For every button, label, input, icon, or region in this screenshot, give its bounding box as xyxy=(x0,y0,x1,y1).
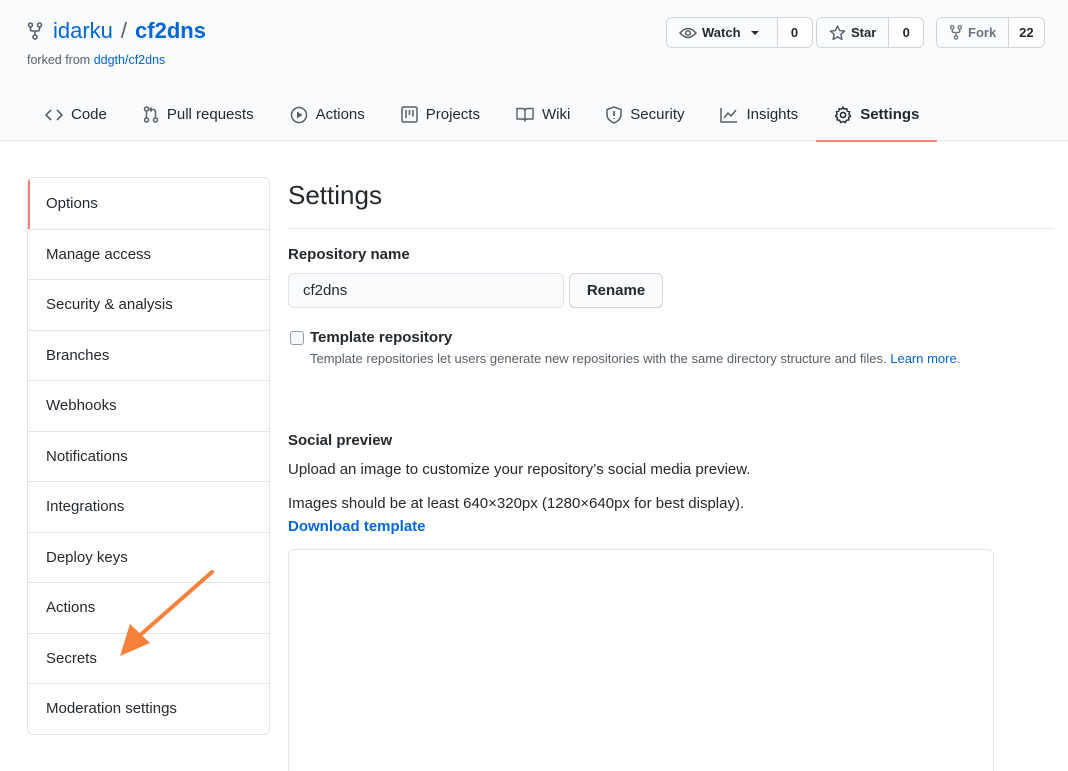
forked-source-link[interactable]: ddgth/cf2dns xyxy=(94,53,166,67)
tab-actions[interactable]: Actions xyxy=(272,88,383,141)
star-group: Star 0 xyxy=(816,17,925,48)
watch-button[interactable]: Watch xyxy=(667,18,778,47)
tab-insights[interactable]: Insights xyxy=(702,88,816,141)
watch-label: Watch xyxy=(702,25,741,40)
template-repository-checkbox[interactable] xyxy=(290,331,304,345)
annotation-arrow-icon xyxy=(120,570,214,656)
settings-main: Settings Repository name Rename Template… xyxy=(288,177,1054,771)
tab-security[interactable]: Security xyxy=(588,88,702,141)
rename-button[interactable]: Rename xyxy=(569,273,663,308)
template-note-text: Template repositories let users generate… xyxy=(310,351,887,366)
shield-icon xyxy=(606,105,623,124)
sidebar-item-webhooks[interactable]: Webhooks xyxy=(28,380,269,431)
tab-projects-label: Projects xyxy=(425,106,480,123)
sidebar-item-notifications[interactable]: Notifications xyxy=(28,430,269,482)
tab-code[interactable]: Code xyxy=(27,88,125,141)
eye-icon xyxy=(679,27,697,38)
repository-name-label: Repository name xyxy=(288,246,410,263)
sidebar-item-manage-access[interactable]: Manage access xyxy=(28,228,269,280)
code-icon xyxy=(45,108,63,121)
repo-title: idarku / cf2dns xyxy=(27,18,206,44)
fork-count[interactable]: 22 xyxy=(1009,18,1044,47)
learn-more-link[interactable]: Learn more xyxy=(890,351,956,366)
repo-name-link[interactable]: cf2dns xyxy=(135,18,206,44)
tab-settings-label: Settings xyxy=(860,106,920,123)
sidebar-item-security-analysis[interactable]: Security & analysis xyxy=(28,279,269,330)
tab-projects[interactable]: Projects xyxy=(383,88,498,141)
tab-wiki[interactable]: Wiki xyxy=(498,88,588,141)
template-repository-note: Template repositories let users generate… xyxy=(310,351,960,366)
tab-pull-requests[interactable]: Pull requests xyxy=(125,88,272,141)
repo-header: idarku / cf2dns forked from ddgth/cf2dns… xyxy=(0,0,1068,142)
fork-label: Fork xyxy=(968,25,997,40)
fork-button[interactable]: Fork xyxy=(937,18,1010,47)
tab-security-label: Security xyxy=(630,106,685,123)
social-preview-description: Upload an image to customize your reposi… xyxy=(288,461,751,478)
forked-from-prefix: forked from xyxy=(27,53,91,67)
book-icon xyxy=(516,107,534,122)
star-count[interactable]: 0 xyxy=(889,18,924,47)
repository-name-input[interactable] xyxy=(288,273,564,308)
star-button[interactable]: Star xyxy=(817,18,890,47)
sidebar-item-integrations[interactable]: Integrations xyxy=(28,481,269,532)
social-preview-title: Social preview xyxy=(288,432,393,449)
page-title: Settings xyxy=(288,180,1054,229)
tab-code-label: Code xyxy=(71,106,107,123)
sidebar-item-branches[interactable]: Branches xyxy=(28,329,269,381)
tab-wiki-label: Wiki xyxy=(541,106,571,123)
repo-forked-icon xyxy=(949,25,963,40)
social-preview-box[interactable] xyxy=(288,549,994,771)
project-icon xyxy=(401,106,418,123)
play-icon xyxy=(290,106,307,123)
forked-from: forked from ddgth/cf2dns xyxy=(27,53,165,67)
sidebar-item-moderation-settings[interactable]: Moderation settings xyxy=(28,683,269,734)
watch-group: Watch 0 xyxy=(666,17,813,48)
template-repository-label[interactable]: Template repository xyxy=(310,329,452,346)
tab-actions-label: Actions xyxy=(315,106,365,123)
tab-pull-requests-label: Pull requests xyxy=(166,106,254,123)
social-preview-size-note: Images should be at least 640×320px (128… xyxy=(288,495,745,512)
repo-owner-link[interactable]: idarku xyxy=(53,18,113,44)
tab-insights-label: Insights xyxy=(746,106,799,123)
watch-count[interactable]: 0 xyxy=(777,18,812,47)
repo-forked-icon xyxy=(27,22,43,40)
star-label: Star xyxy=(851,25,877,40)
caret-down-icon xyxy=(750,30,759,35)
repo-nav: Code Pull requests Actions Projects Wiki… xyxy=(27,88,938,142)
sidebar-item-options[interactable]: Options xyxy=(28,178,269,229)
download-template-link[interactable]: Download template xyxy=(288,518,426,535)
gear-icon xyxy=(834,105,852,123)
pull-request-icon xyxy=(143,106,159,123)
learn-more-suffix: . xyxy=(956,351,961,366)
repo-separator: / xyxy=(120,18,128,43)
tab-settings[interactable]: Settings xyxy=(816,88,938,142)
star-icon xyxy=(829,24,846,40)
fork-group: Fork 22 xyxy=(936,17,1045,48)
graph-icon xyxy=(720,107,738,123)
